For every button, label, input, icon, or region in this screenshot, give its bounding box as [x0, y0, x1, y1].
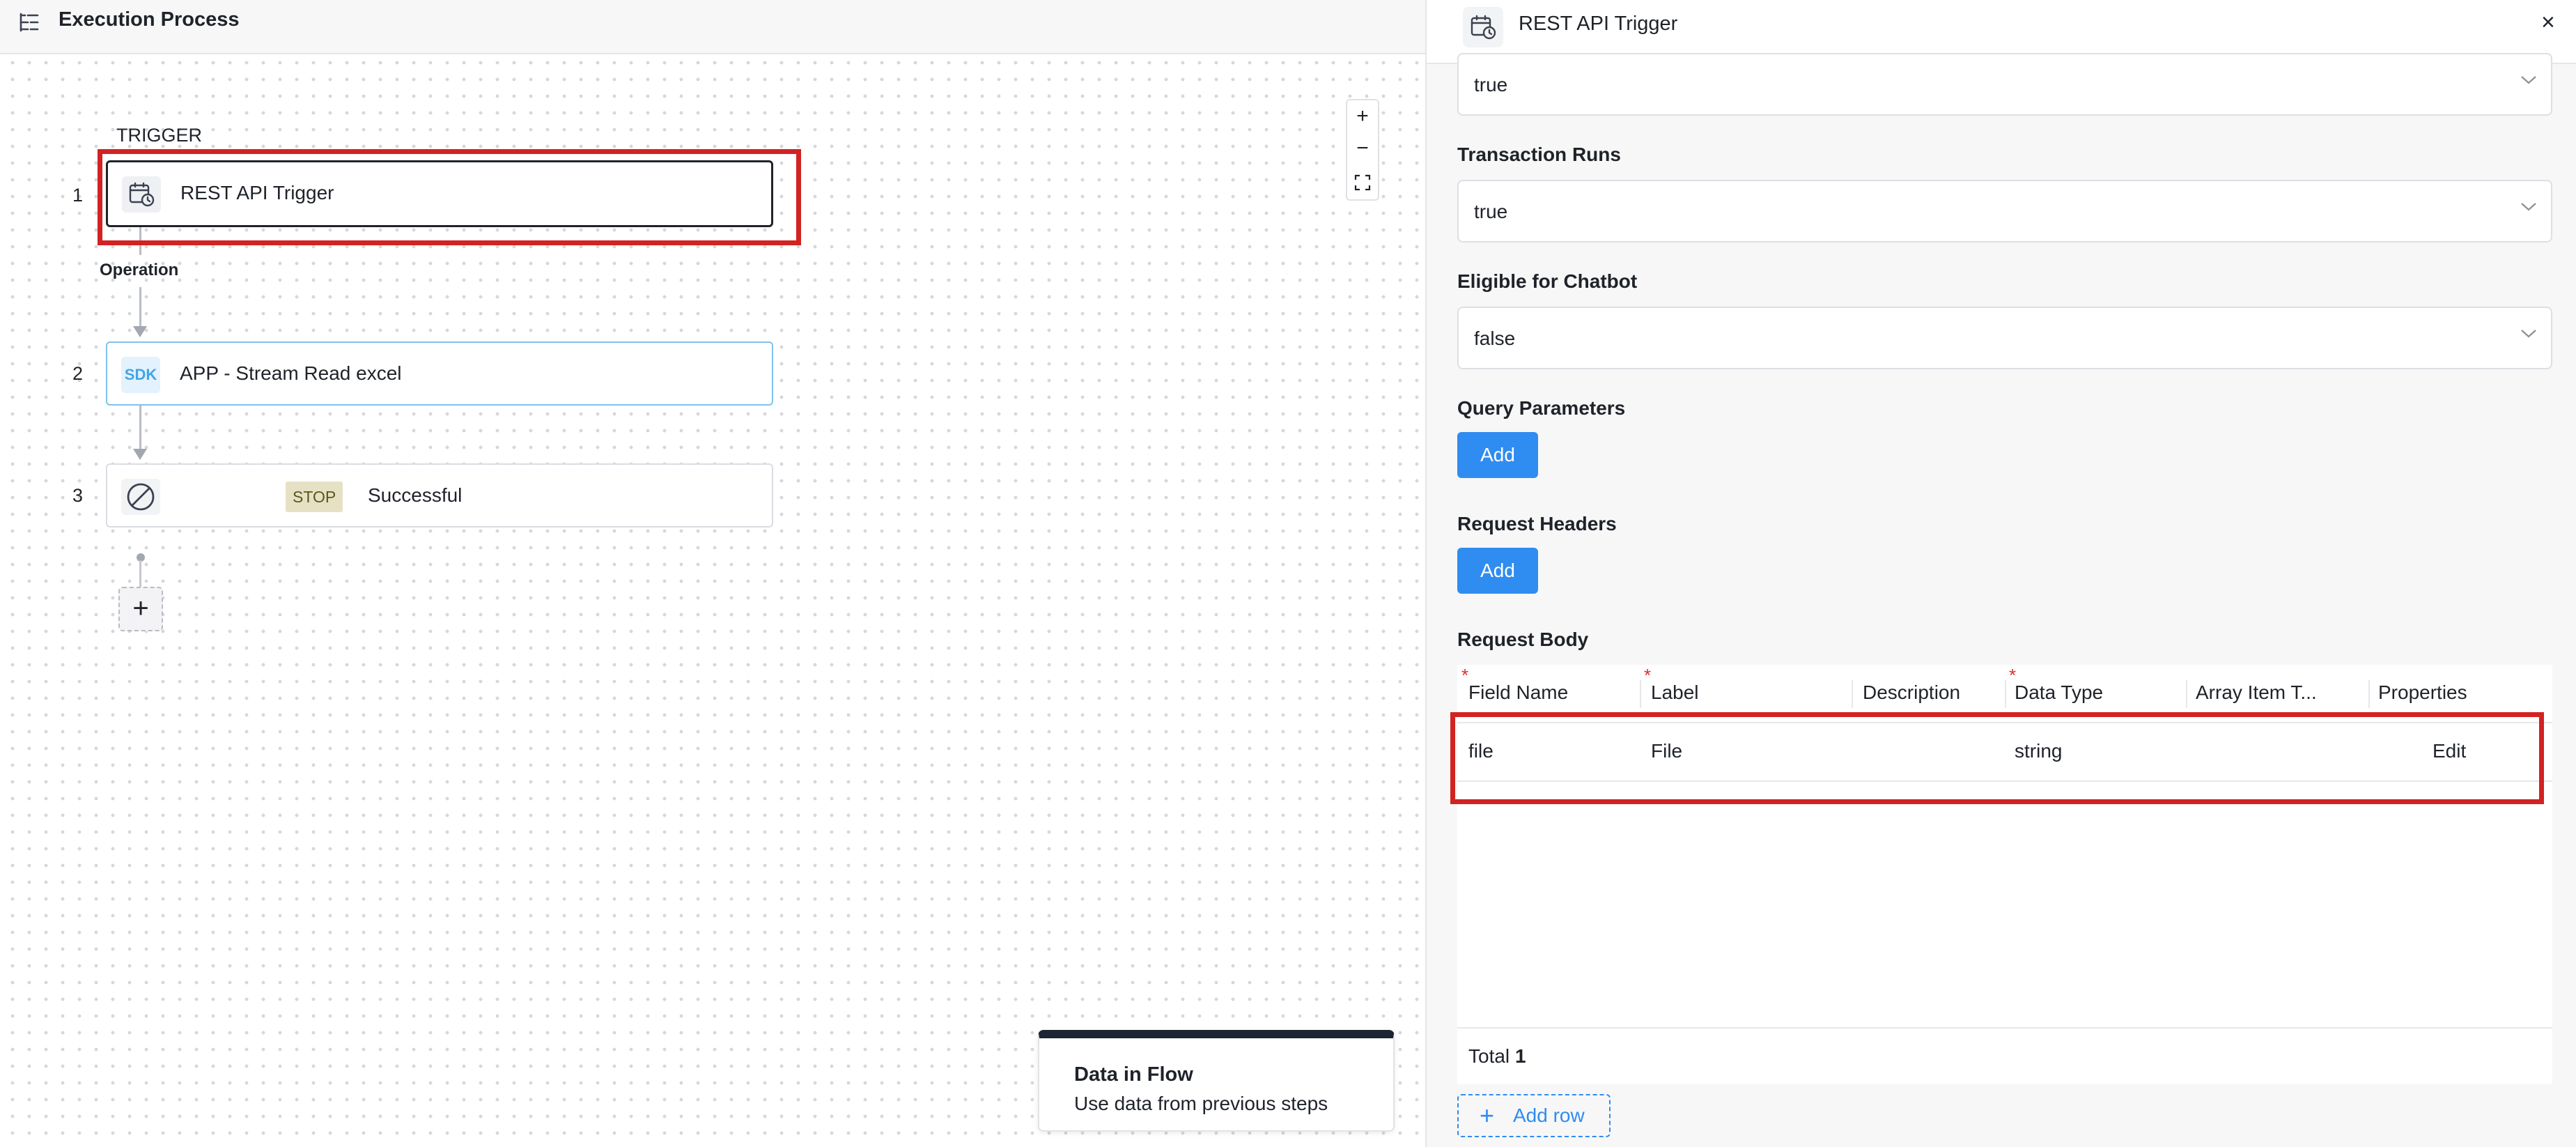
edit-row-link[interactable]: Edit — [2433, 739, 2466, 764]
request-body-table: * Field Name * Label Description * Data … — [1457, 665, 2552, 1084]
fit-screen-button[interactable] — [1347, 166, 1378, 198]
column-header-field-name: Field Name — [1468, 682, 1569, 703]
add-request-header-button[interactable]: Add — [1457, 548, 1538, 594]
close-icon[interactable]: × — [2541, 10, 2555, 35]
cell-field-name: file — [1468, 740, 1493, 762]
step-config-panel: REST API Trigger × true Transaction Runs… — [1425, 0, 2576, 1147]
data-in-flow-title: Data in Flow — [1074, 1063, 1193, 1086]
panel-title: REST API Trigger — [1519, 13, 1678, 35]
select-field[interactable]: true — [1457, 53, 2552, 116]
step-number: 1 — [72, 185, 84, 206]
step-label: REST API Trigger — [180, 182, 334, 203]
required-marker: * — [1461, 665, 1469, 686]
plus-icon: + — [1480, 1101, 1495, 1130]
step-node-rest-api-trigger[interactable]: REST API Trigger — [106, 160, 773, 227]
canvas-header: Execution Process — [0, 0, 1425, 54]
add-step-button[interactable]: + — [118, 587, 163, 631]
flow-list-icon[interactable] — [17, 10, 42, 35]
step-number: 2 — [72, 363, 84, 384]
transaction-runs-label: Transaction Runs — [1457, 144, 1621, 165]
eligible-for-chatbot-select[interactable]: false — [1457, 307, 2552, 369]
cell-data-type: string — [2015, 740, 2063, 762]
add-row-button[interactable]: + Add row — [1457, 1094, 1611, 1137]
zoom-controls: + − — [1346, 99, 1379, 201]
page-title: Execution Process — [59, 8, 240, 31]
data-in-flow-card[interactable]: Data in Flow Use data from previous step… — [1038, 1030, 1395, 1132]
required-marker: * — [1644, 665, 1652, 686]
chevron-down-icon — [2519, 199, 2538, 213]
column-divider — [1640, 680, 1641, 708]
arrow-down-icon — [133, 449, 147, 460]
connector-line — [139, 227, 141, 255]
connector-line — [139, 287, 141, 326]
connector-line — [139, 406, 141, 449]
arrow-down-icon — [133, 326, 147, 337]
add-row-label: Add row — [1513, 1104, 1585, 1126]
eligible-for-chatbot-label: Eligible for Chatbot — [1457, 270, 1638, 292]
column-divider — [2005, 680, 2006, 708]
step-node-successful[interactable]: STOP Successful — [106, 463, 773, 528]
column-header-data-type: Data Type — [2015, 682, 2104, 703]
column-header-array-item-type: Array Item T... — [2196, 682, 2317, 703]
trigger-section-label: TRIGGER — [116, 125, 203, 146]
request-headers-label: Request Headers — [1457, 513, 1617, 534]
column-header-properties: Properties — [2378, 682, 2467, 703]
request-body-label: Request Body — [1457, 629, 1589, 650]
connector-line — [139, 560, 141, 587]
step-number: 3 — [72, 485, 84, 506]
zoom-out-button[interactable]: − — [1347, 132, 1378, 164]
chevron-down-icon — [2519, 72, 2538, 86]
total-count: 1 — [1514, 1045, 1526, 1067]
table-header: * Field Name * Label Description * Data … — [1457, 665, 2552, 723]
table-footer: Total 1 — [1457, 1027, 2552, 1084]
total-summary: Total 1 — [1468, 1044, 1526, 1069]
column-header-description: Description — [1863, 682, 1961, 703]
fit-screen-icon — [1354, 174, 1371, 191]
stop-badge: STOP — [286, 482, 343, 512]
cell-label: File — [1651, 740, 1683, 762]
step-label: APP - Stream Read excel — [180, 362, 402, 384]
add-query-parameter-button[interactable]: Add — [1457, 432, 1538, 478]
column-divider — [2368, 680, 2370, 708]
query-parameters-label: Query Parameters — [1457, 397, 1626, 419]
select-value: false — [1474, 328, 1516, 349]
chevron-down-icon — [2519, 326, 2538, 340]
column-divider — [2186, 680, 2187, 708]
stop-circle-icon — [121, 479, 160, 515]
sdk-icon: SDK — [121, 357, 160, 393]
zoom-in-button[interactable]: + — [1347, 100, 1378, 132]
flow-canvas[interactable]: Execution Process TRIGGER 1 REST API Tri… — [0, 0, 1425, 1147]
operation-label: Operation — [100, 261, 179, 279]
select-value: true — [1474, 201, 1508, 222]
column-divider — [1852, 680, 1853, 708]
transaction-runs-select[interactable]: true — [1457, 180, 2552, 243]
total-label: Total — [1468, 1045, 1510, 1067]
calendar-clock-icon — [1463, 7, 1503, 47]
step-node-stream-read-excel[interactable]: SDK APP - Stream Read excel — [106, 341, 773, 406]
table-row[interactable]: file File string Edit — [1457, 723, 2552, 782]
calendar-clock-icon — [122, 176, 161, 213]
data-in-flow-description: Use data from previous steps — [1074, 1093, 1328, 1114]
select-value: true — [1474, 74, 1508, 95]
column-header-label: Label — [1651, 682, 1699, 703]
step-label: Successful — [368, 484, 463, 506]
